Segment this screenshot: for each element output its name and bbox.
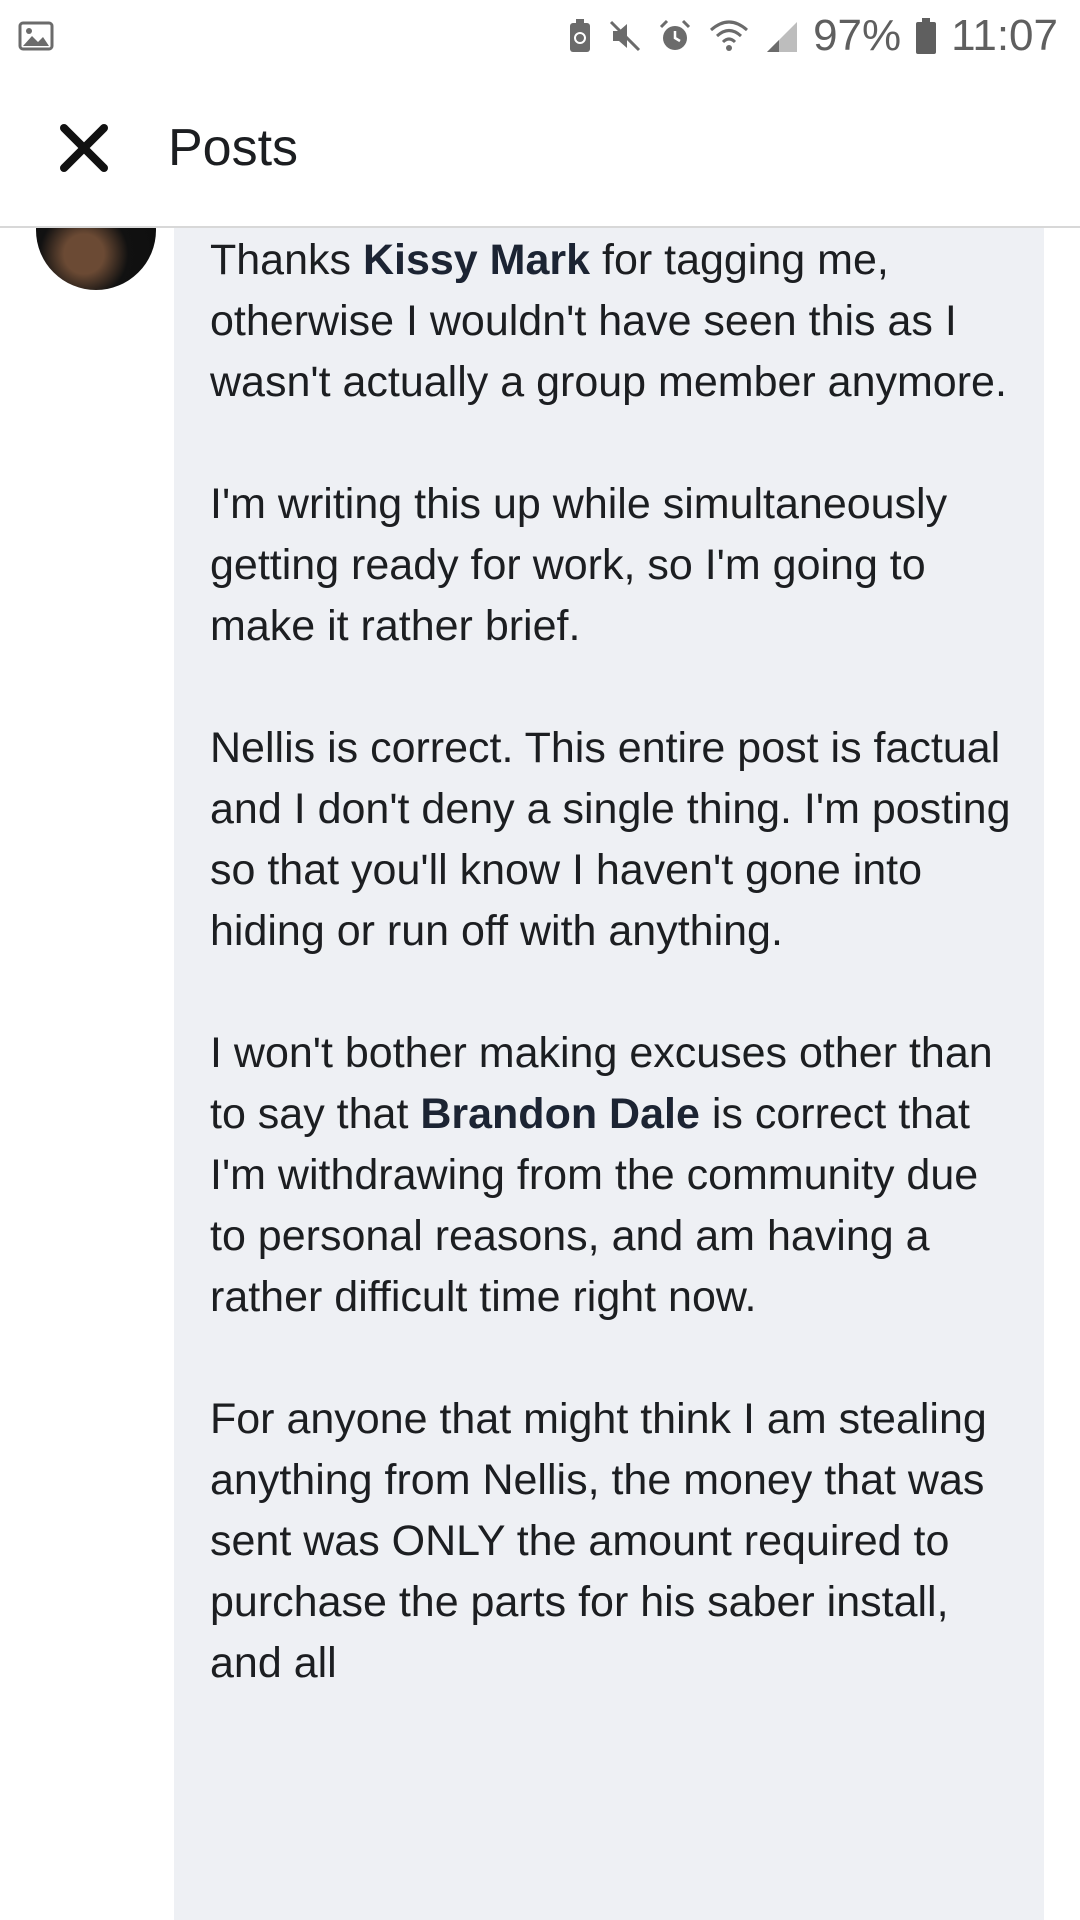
- battery-icon: [915, 17, 937, 55]
- status-bar: 97% 11:07: [0, 0, 1080, 72]
- comment-paragraph-5: For anyone that might think I am stealin…: [210, 1395, 987, 1687]
- alarm-icon: [657, 18, 693, 54]
- mute-icon: [607, 18, 643, 54]
- clock-time: 11:07: [951, 11, 1058, 60]
- wifi-icon: [707, 18, 751, 54]
- comment-text: Thanks Kissy Mark for tagging me, otherw…: [210, 230, 1020, 1755]
- signal-icon: [765, 18, 799, 54]
- battery-percent: 97%: [813, 11, 902, 60]
- comment-bubble[interactable]: Thanks Kissy Mark for tagging me, otherw…: [174, 226, 1044, 1920]
- avatar[interactable]: [36, 226, 156, 290]
- battery-saver-icon: [567, 18, 593, 54]
- page-title: Posts: [168, 119, 299, 177]
- comment-paragraph-4: I won't bother making excuses other than…: [210, 1029, 993, 1321]
- close-button[interactable]: [52, 116, 116, 180]
- comment-paragraph-1: Thanks Kissy Mark for tagging me, otherw…: [210, 236, 1007, 406]
- mention-link[interactable]: Brandon Dale: [420, 1090, 700, 1138]
- image-icon: [18, 20, 54, 52]
- comment-paragraph-3: Nellis is correct. This entire post is f…: [210, 724, 1011, 955]
- comment-thread[interactable]: Thanks Kissy Mark for tagging me, otherw…: [0, 226, 1080, 1920]
- comment-paragraph-2: I'm writing this up while simultaneously…: [210, 480, 948, 650]
- close-icon: [52, 116, 116, 180]
- page-header: Posts: [0, 72, 1080, 228]
- mention-link[interactable]: Kissy Mark: [363, 236, 590, 284]
